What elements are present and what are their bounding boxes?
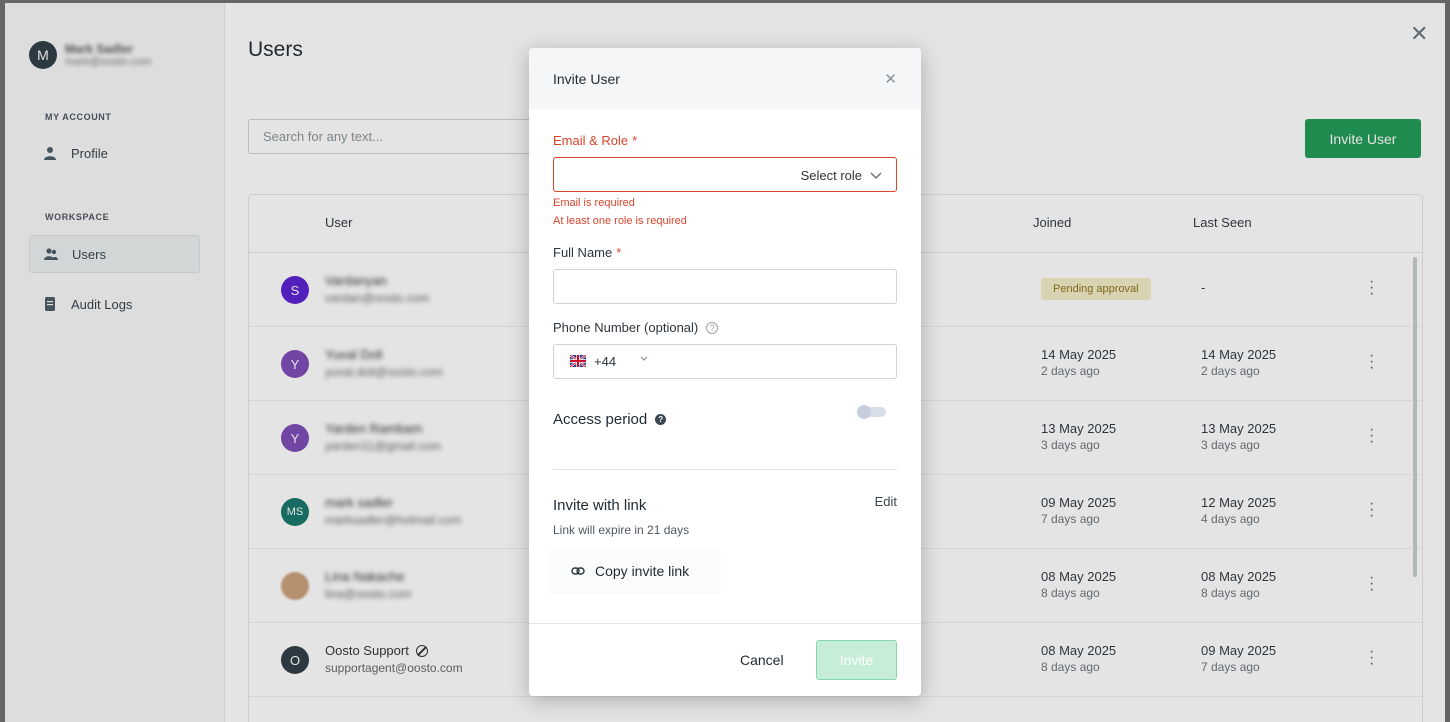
dialog-title: Invite User (553, 70, 620, 87)
full-name-label-text: Full Name (553, 245, 613, 260)
access-period-toggle[interactable] (857, 405, 886, 419)
help-icon[interactable]: ? (706, 322, 719, 334)
email-field[interactable]: Select role (553, 157, 897, 192)
link-icon (571, 567, 585, 575)
email-role-label-text: Email & Role (553, 133, 629, 148)
edit-link-button[interactable]: Edit (875, 494, 897, 509)
access-period: Access period ? (553, 411, 667, 428)
uk-flag-icon (570, 355, 586, 367)
divider (553, 469, 897, 470)
toggle-knob (857, 405, 871, 419)
invite-with-link-heading: Invite with link (553, 497, 647, 514)
required-mark: * (616, 245, 622, 260)
phone-field[interactable]: +44 (553, 344, 897, 379)
dial-code[interactable]: +44 (594, 354, 616, 369)
help-icon[interactable]: ? (655, 414, 667, 425)
invite-button[interactable]: Invite (816, 640, 897, 680)
phone-label: Phone Number (optional)? (553, 320, 719, 335)
copy-invite-link-label: Copy invite link (595, 563, 690, 579)
email-error: Email is required (553, 197, 635, 209)
full-name-label: Full Name * (553, 245, 621, 260)
link-expire-text: Link will expire in 21 days (553, 523, 690, 537)
invite-user-dialog: Invite User ✕ Email & Role * Select role … (529, 48, 921, 696)
email-role-label: Email & Role * (553, 133, 637, 148)
role-select-value: Select role (800, 168, 862, 183)
chevron-down-icon (870, 171, 882, 179)
copy-invite-link-button[interactable]: Copy invite link (549, 548, 721, 594)
access-period-label: Access period (553, 411, 648, 428)
required-mark: * (632, 133, 638, 148)
role-error: At least one role is required (553, 215, 687, 227)
chevron-down-icon[interactable] (640, 356, 648, 362)
role-select[interactable]: Select role (801, 168, 882, 183)
phone-label-text: Phone Number (optional) (553, 320, 699, 335)
cancel-button[interactable]: Cancel (740, 652, 784, 668)
dialog-header: Invite User ✕ (529, 48, 921, 109)
full-name-field[interactable] (553, 269, 897, 304)
close-icon[interactable]: ✕ (884, 70, 897, 88)
dialog-footer: Cancel Invite (529, 623, 921, 696)
